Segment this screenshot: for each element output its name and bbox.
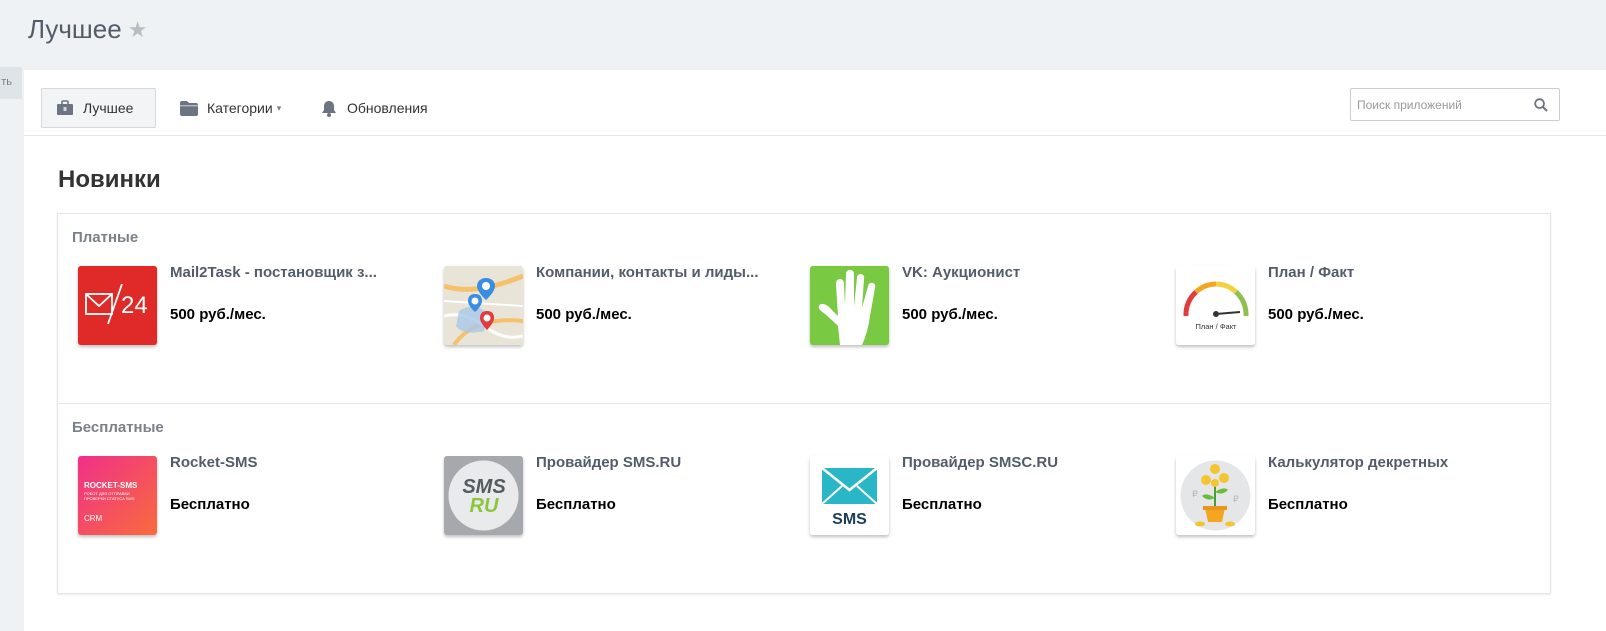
app-name: Mail2Task - постановщик з... xyxy=(170,264,377,281)
sms-ru-icon: SMS RU xyxy=(444,456,523,535)
app-price: Бесплатно xyxy=(536,496,616,513)
envelope-sms-icon-text: SMS xyxy=(832,511,867,528)
app-name: Rocket-SMS xyxy=(170,454,258,471)
search-icon[interactable] xyxy=(1534,98,1548,112)
page-title-text: Лучшее xyxy=(28,14,122,44)
folder-icon xyxy=(180,100,198,116)
money-tree-icon: ₽ ₽ xyxy=(1176,456,1255,535)
rocket-sms-icon-subtext: РОБОТ ДЛЯ ОТПРАВКИ ПРОВЕРКИ СТАТУСА SMS xyxy=(84,491,135,501)
page-title: Лучшее ★ xyxy=(28,14,147,45)
rocket-sms-icon-footer: CRM xyxy=(84,514,103,523)
group-label-free: Бесплатные xyxy=(72,419,164,436)
tab-updates-label: Обновления xyxy=(347,100,428,116)
app-name: Провайдер SMS.RU xyxy=(536,454,682,471)
app-search xyxy=(1350,88,1560,121)
mail2task-icon-text: 24 xyxy=(121,292,148,319)
app-name: Провайдер SMSC.RU xyxy=(902,454,1059,471)
bell-icon xyxy=(320,100,338,117)
app-name: План / Факт xyxy=(1268,264,1355,281)
app-card-rocket-sms[interactable]: ROCKET-SMS РОБОТ ДЛЯ ОТПРАВКИ ПРОВЕРКИ С… xyxy=(72,454,432,544)
rocket-sms-icon-text: ROCKET-SMS xyxy=(84,481,138,490)
app-card-sms-ru[interactable]: SMS RU Провайдер SMS.RU Бесплатно xyxy=(438,454,798,544)
favorite-star-icon[interactable]: ★ xyxy=(128,17,148,43)
ruble-icon-right: ₽ xyxy=(1233,495,1239,505)
left-collapsed-tab[interactable]: ть xyxy=(0,67,22,99)
app-card-maternity-calculator[interactable]: ₽ ₽ Калькулятор декретных Бесплатно xyxy=(1170,454,1530,544)
app-card-companies-contacts-leads[interactable]: Компании, контакты и лиды... 500 руб./ме… xyxy=(438,264,798,354)
search-input[interactable] xyxy=(1351,89,1521,120)
app-price: 500 руб./мес. xyxy=(170,306,266,323)
ruble-icon-left: ₽ xyxy=(1192,490,1198,500)
app-price: Бесплатно xyxy=(1268,496,1348,513)
group-label-paid: Платные xyxy=(72,229,139,246)
briefcase-icon xyxy=(56,100,74,116)
group-free: Бесплатные ROCKET-SMS РОБОТ ДЛЯ ОТПРАВКИ… xyxy=(58,404,1550,594)
app-price: 500 руб./мес. xyxy=(536,306,632,323)
gauge-icon-text: План / Факт xyxy=(1195,322,1237,331)
app-card-smsc-ru[interactable]: SMS Провайдер SMSC.RU Бесплатно xyxy=(804,454,1164,544)
envelope-sms-icon: SMS xyxy=(810,456,889,535)
app-name: Калькулятор декретных xyxy=(1268,454,1449,471)
mail2task-icon: 24 xyxy=(78,266,157,345)
app-price: Бесплатно xyxy=(170,496,250,513)
chevron-down-icon: ▾ xyxy=(276,102,282,113)
tab-updates[interactable]: Обновления xyxy=(320,88,428,128)
new-apps-panel: Платные 24 Mail2Task - постановщик з... … xyxy=(57,213,1551,594)
map-pins-icon xyxy=(444,266,523,345)
app-price: 500 руб./мес. xyxy=(902,306,998,323)
app-card-vk-auctioneer[interactable]: VK: Аукционист 500 руб./мес. xyxy=(804,264,1164,354)
section-title-new: Новинки xyxy=(58,166,161,193)
app-name: Компании, контакты и лиды... xyxy=(536,264,759,281)
app-card-plan-fact[interactable]: План / Факт План / Факт 500 руб./мес. xyxy=(1170,264,1530,354)
gauge-icon: План / Факт xyxy=(1176,266,1255,345)
marketplace-toolbar: Лучшее Категории ▾ Обновления xyxy=(24,70,1606,136)
sms-ru-icon-subtext: RU xyxy=(470,495,499,517)
marketplace-workarea: Лучшее Категории ▾ Обновления Новинки Пл… xyxy=(24,70,1606,631)
app-card-mail2task[interactable]: 24 Mail2Task - постановщик з... 500 руб.… xyxy=(72,264,432,354)
app-name: VK: Аукционист xyxy=(902,264,1021,281)
app-price: 500 руб./мес. xyxy=(1268,306,1364,323)
tab-best[interactable]: Лучшее xyxy=(41,88,156,128)
tab-categories[interactable]: Категории ▾ xyxy=(180,88,281,128)
app-price: Бесплатно xyxy=(902,496,982,513)
tab-categories-label: Категории xyxy=(207,100,273,116)
group-paid: Платные 24 Mail2Task - постановщик з... … xyxy=(58,214,1550,404)
hand-icon xyxy=(810,266,889,345)
rocket-sms-icon: ROCKET-SMS РОБОТ ДЛЯ ОТПРАВКИ ПРОВЕРКИ С… xyxy=(78,456,157,535)
tab-best-label: Лучшее xyxy=(83,100,134,116)
